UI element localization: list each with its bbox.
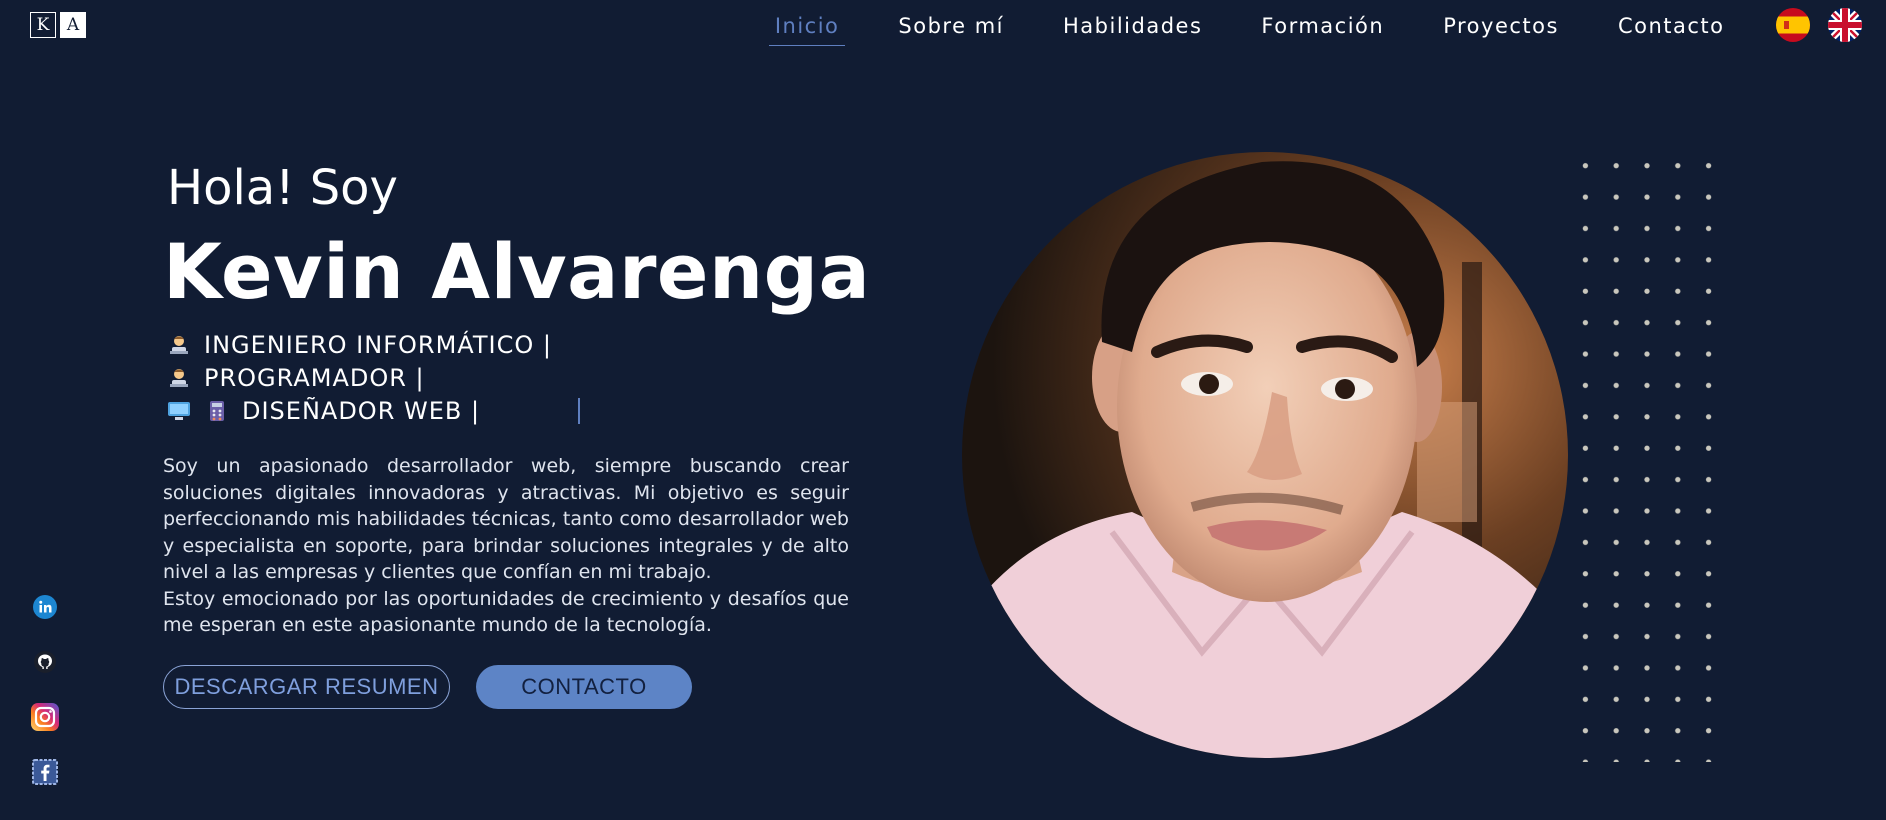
hero-name: Kevin Alvarenga <box>163 227 871 316</box>
social-links <box>30 592 60 812</box>
logo-letter-a: A <box>60 12 86 38</box>
technologist-emoji-icon <box>166 367 192 389</box>
hero-greeting: Hola! Soy <box>167 160 398 216</box>
github-icon[interactable] <box>30 647 60 677</box>
nav-item-contacto[interactable]: Contacto <box>1612 5 1731 45</box>
decorative-dot-grid <box>1570 150 1735 762</box>
main-nav: Inicio Sobre mí Habilidades Formación Pr… <box>768 0 1886 50</box>
role-text: DISEÑADOR WEB | <box>242 396 481 425</box>
nav-item-inicio[interactable]: Inicio <box>768 5 846 46</box>
facebook-icon[interactable] <box>30 757 60 787</box>
download-resume-button[interactable]: DESCARGAR RESUMEN <box>163 665 450 709</box>
role-item: DISEÑADOR WEB | <box>166 394 581 427</box>
logo-letter-k: K <box>30 12 56 38</box>
instagram-icon[interactable] <box>30 702 60 732</box>
description-paragraph: Estoy emocionado por las oportunidades d… <box>163 587 849 637</box>
typing-caret <box>578 397 581 424</box>
linkedin-icon[interactable] <box>30 592 60 622</box>
nav-item-sobre-mi[interactable]: Sobre mí <box>892 5 1010 45</box>
calculator-emoji-icon <box>204 400 230 422</box>
contact-button[interactable]: CONTACTO <box>476 665 692 709</box>
description-paragraph: Soy un apasionado desarrollador web, sie… <box>163 455 849 583</box>
nav-item-formacion[interactable]: Formación <box>1255 5 1390 45</box>
role-item: INGENIERO INFORMÁTICO | <box>166 328 580 361</box>
desktop-computer-emoji-icon <box>166 400 192 422</box>
nav-item-proyectos[interactable]: Proyectos <box>1437 5 1565 45</box>
role-text: PROGRAMADOR | <box>204 363 425 392</box>
nav-item-habilidades[interactable]: Habilidades <box>1057 5 1208 45</box>
profile-photo <box>962 152 1568 758</box>
technologist-emoji-icon <box>166 334 192 356</box>
role-text: INGENIERO INFORMÁTICO | <box>204 330 552 359</box>
hero-description: Soy un apasionado desarrollador web, sie… <box>163 453 849 639</box>
language-switcher <box>1776 8 1862 42</box>
uk-flag-icon[interactable] <box>1828 8 1862 42</box>
role-list: INGENIERO INFORMÁTICO | PROGRAMADOR | DI… <box>166 328 581 427</box>
role-item: PROGRAMADOR | <box>166 361 580 394</box>
spain-flag-icon[interactable] <box>1776 8 1810 42</box>
site-logo[interactable]: K A <box>30 12 86 38</box>
